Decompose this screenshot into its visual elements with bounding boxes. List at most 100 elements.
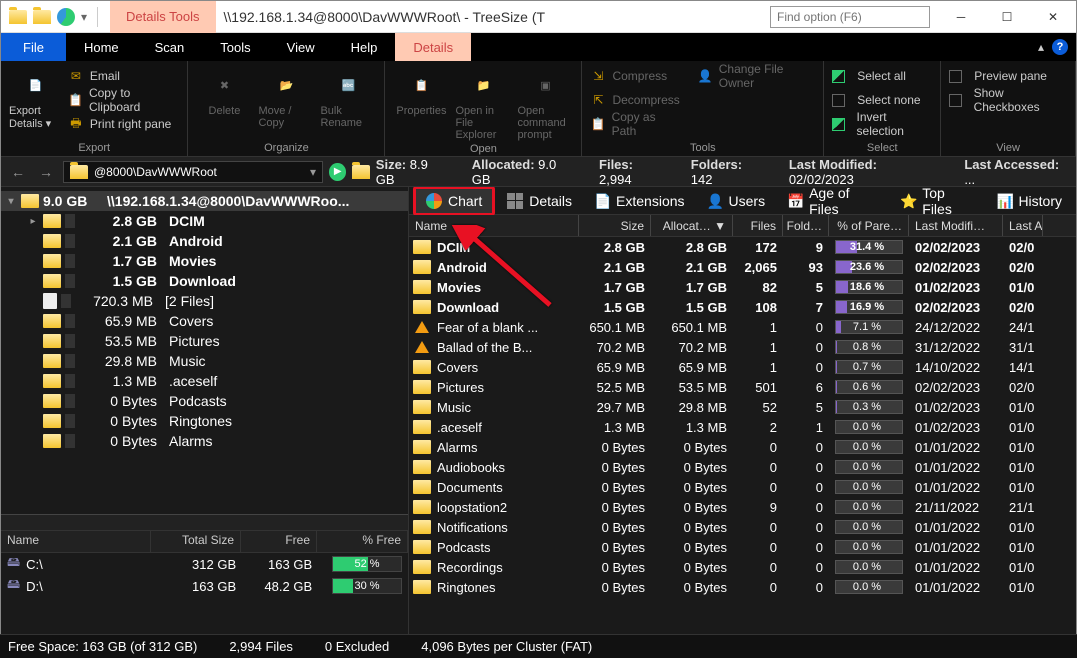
status-cluster: 4,096 Bytes per Cluster (FAT)	[421, 639, 592, 654]
copy-path-button[interactable]: 📋Copy as Path	[590, 113, 679, 135]
list-item[interactable]: Covers65.9 MB65.9 MB100.7 %14/10/202214/…	[409, 357, 1076, 377]
select-none-button[interactable]: Select none	[832, 89, 932, 111]
col-size[interactable]: Size	[579, 215, 651, 236]
tree-item[interactable]: 720.3 MB[2 Files]	[1, 291, 408, 311]
nav-fwd-icon[interactable]: →	[35, 164, 57, 180]
list-item[interactable]: Documents0 Bytes0 Bytes000.0 %01/01/2022…	[409, 477, 1076, 497]
titlebar: ▾ Details Tools \\192.168.1.34@8000\DavW…	[1, 1, 1076, 33]
status-excluded: 0 Excluded	[325, 639, 389, 654]
file-list[interactable]: DCIM2.8 GB2.8 GB172931.4 %02/02/202302/0…	[409, 237, 1076, 657]
minimize-button[interactable]: ─	[938, 1, 984, 33]
tree-item[interactable]: ▸2.8 GBDCIM	[1, 211, 408, 231]
list-item[interactable]: Movies1.7 GB1.7 GB82518.6 %01/02/202301/…	[409, 277, 1076, 297]
list-item[interactable]: loopstation20 Bytes0 Bytes900.0 %21/11/2…	[409, 497, 1076, 517]
scrollbar[interactable]	[1, 514, 408, 530]
col-allocated[interactable]: Allocat… ▼	[651, 215, 733, 236]
tree-item[interactable]: 1.3 MB.aceself	[1, 371, 408, 391]
qat-folder-icon[interactable]	[33, 10, 51, 24]
tree-item[interactable]: 1.7 GBMovies	[1, 251, 408, 271]
col-files[interactable]: Files	[733, 215, 783, 236]
change-owner-button[interactable]: 👤Change File Owner	[698, 65, 815, 87]
menu-home[interactable]: Home	[66, 33, 137, 61]
tabbar: Chart Details 📄Extensions 👤Users 📅Age of…	[409, 187, 1076, 215]
tree-item[interactable]: 53.5 MBPictures	[1, 331, 408, 351]
tree-item[interactable]: 0 BytesRingtones	[1, 411, 408, 431]
close-button[interactable]: ✕	[1030, 1, 1076, 33]
list-item[interactable]: Music29.7 MB29.8 MB5250.3 %01/02/202301/…	[409, 397, 1076, 417]
list-item[interactable]: Audiobooks0 Bytes0 Bytes000.0 %01/01/202…	[409, 457, 1076, 477]
nav-back-icon[interactable]: ←	[7, 164, 29, 180]
folder-icon	[70, 165, 88, 179]
search-input[interactable]	[770, 6, 930, 28]
ext-icon: 📄	[594, 193, 610, 209]
app-icon	[57, 8, 75, 26]
list-item[interactable]: Ringtones0 Bytes0 Bytes000.0 %01/01/2022…	[409, 577, 1076, 597]
print-button[interactable]: 🖶Print right pane	[68, 113, 180, 135]
menu-file[interactable]: File	[1, 33, 66, 61]
list-item[interactable]: Recordings0 Bytes0 Bytes000.0 %01/01/202…	[409, 557, 1076, 577]
copy-clipboard-button[interactable]: 📋Copy to Clipboard	[68, 89, 180, 111]
select-all-button[interactable]: Select all	[832, 65, 932, 87]
invert-selection-button[interactable]: Invert selection	[832, 113, 932, 135]
ribbon: 📄 Export Details ▾ ✉Email 📋Copy to Clipb…	[1, 61, 1076, 157]
show-checkboxes-toggle[interactable]: Show Checkboxes	[949, 89, 1067, 111]
tab-details[interactable]: Details	[497, 189, 582, 213]
menu-view[interactable]: View	[269, 33, 333, 61]
grid-icon	[507, 193, 523, 209]
status-files: 2,994 Files	[229, 639, 293, 654]
col-parent-pct[interactable]: % of Pare…	[829, 215, 909, 236]
email-button[interactable]: ✉Email	[68, 65, 180, 87]
delete-button[interactable]: ✖Delete	[196, 65, 252, 117]
menu-scan[interactable]: Scan	[137, 33, 203, 61]
qat-open-icon[interactable]	[9, 10, 27, 24]
list-item[interactable]: .aceself1.3 MB1.3 MB210.0 %01/02/202301/…	[409, 417, 1076, 437]
pie-icon	[426, 193, 442, 209]
drive-row[interactable]: 🖴D:\163 GB48.2 GB30 %	[1, 575, 408, 597]
list-item[interactable]: Android2.1 GB2.1 GB2,0659323.6 %02/02/20…	[409, 257, 1076, 277]
open-cmd-button[interactable]: ▣Open command prompt	[517, 65, 573, 141]
list-item[interactable]: Notifications0 Bytes0 Bytes000.0 %01/01/…	[409, 517, 1076, 537]
tab-extensions[interactable]: 📄Extensions	[584, 189, 694, 213]
tree-item[interactable]: 1.5 GBDownload	[1, 271, 408, 291]
export-details-button[interactable]: 📄 Export Details ▾	[9, 65, 62, 130]
folder-tree[interactable]: ▾ 9.0 GB \\192.168.1.34@8000\DavWWWRoo..…	[1, 187, 408, 514]
tree-item[interactable]: 2.1 GBAndroid	[1, 231, 408, 251]
contextual-tab-label: Details Tools	[110, 1, 215, 33]
col-folders[interactable]: Fold…	[783, 215, 829, 236]
tree-root[interactable]: ▾ 9.0 GB \\192.168.1.34@8000\DavWWWRoo..…	[1, 191, 408, 211]
list-item[interactable]: DCIM2.8 GB2.8 GB172931.4 %02/02/202302/0	[409, 237, 1076, 257]
tree-item[interactable]: 29.8 MBMusic	[1, 351, 408, 371]
list-item[interactable]: Download1.5 GB1.5 GB108716.9 %02/02/2023…	[409, 297, 1076, 317]
bulk-rename-button[interactable]: 🔤Bulk Rename	[320, 65, 376, 129]
properties-button[interactable]: 📋Properties	[393, 65, 449, 117]
tree-item[interactable]: 0 BytesAlarms	[1, 431, 408, 451]
help-icon[interactable]: ?	[1052, 39, 1068, 55]
list-item[interactable]: Fear of a blank ...650.1 MB650.1 MB107.1…	[409, 317, 1076, 337]
drive-row[interactable]: 🖴C:\312 GB163 GB52 %	[1, 553, 408, 575]
list-item[interactable]: Alarms0 Bytes0 Bytes000.0 %01/01/202201/…	[409, 437, 1076, 457]
col-name[interactable]: Name	[409, 215, 579, 236]
menu-help[interactable]: Help	[333, 33, 396, 61]
open-explorer-button[interactable]: 📁Open in File Explorer	[455, 65, 511, 141]
menu-details[interactable]: Details	[395, 33, 471, 61]
tree-item[interactable]: 0 BytesPodcasts	[1, 391, 408, 411]
tree-item[interactable]: 65.9 MBCovers	[1, 311, 408, 331]
list-item[interactable]: Podcasts0 Bytes0 Bytes000.0 %01/01/20220…	[409, 537, 1076, 557]
tab-users[interactable]: 👤Users	[697, 189, 776, 213]
decompress-button[interactable]: ⇱Decompress	[590, 89, 679, 111]
col-modified[interactable]: Last Modifi…	[909, 215, 1003, 236]
maximize-button[interactable]: ☐	[984, 1, 1030, 33]
users-icon: 👤	[707, 193, 723, 209]
scan-button[interactable]: ▶	[329, 163, 346, 181]
menu-tools[interactable]: Tools	[202, 33, 268, 61]
address-input[interactable]: @8000\DavWWWRoot ▾	[63, 161, 323, 183]
move-copy-button[interactable]: 📂Move / Copy	[258, 65, 314, 129]
list-item[interactable]: Ballad of the B...70.2 MB70.2 MB100.8 %3…	[409, 337, 1076, 357]
window-title: \\192.168.1.34@8000\DavWWWRoot\ - TreeSi…	[216, 9, 771, 25]
tab-history[interactable]: 📊History	[986, 189, 1072, 213]
tab-chart[interactable]: Chart	[413, 187, 495, 216]
preview-pane-toggle[interactable]: Preview pane	[949, 65, 1067, 87]
compress-button[interactable]: ⇲Compress	[590, 65, 679, 87]
col-accessed[interactable]: Last A…	[1003, 215, 1043, 236]
list-item[interactable]: Pictures52.5 MB53.5 MB50160.6 %02/02/202…	[409, 377, 1076, 397]
